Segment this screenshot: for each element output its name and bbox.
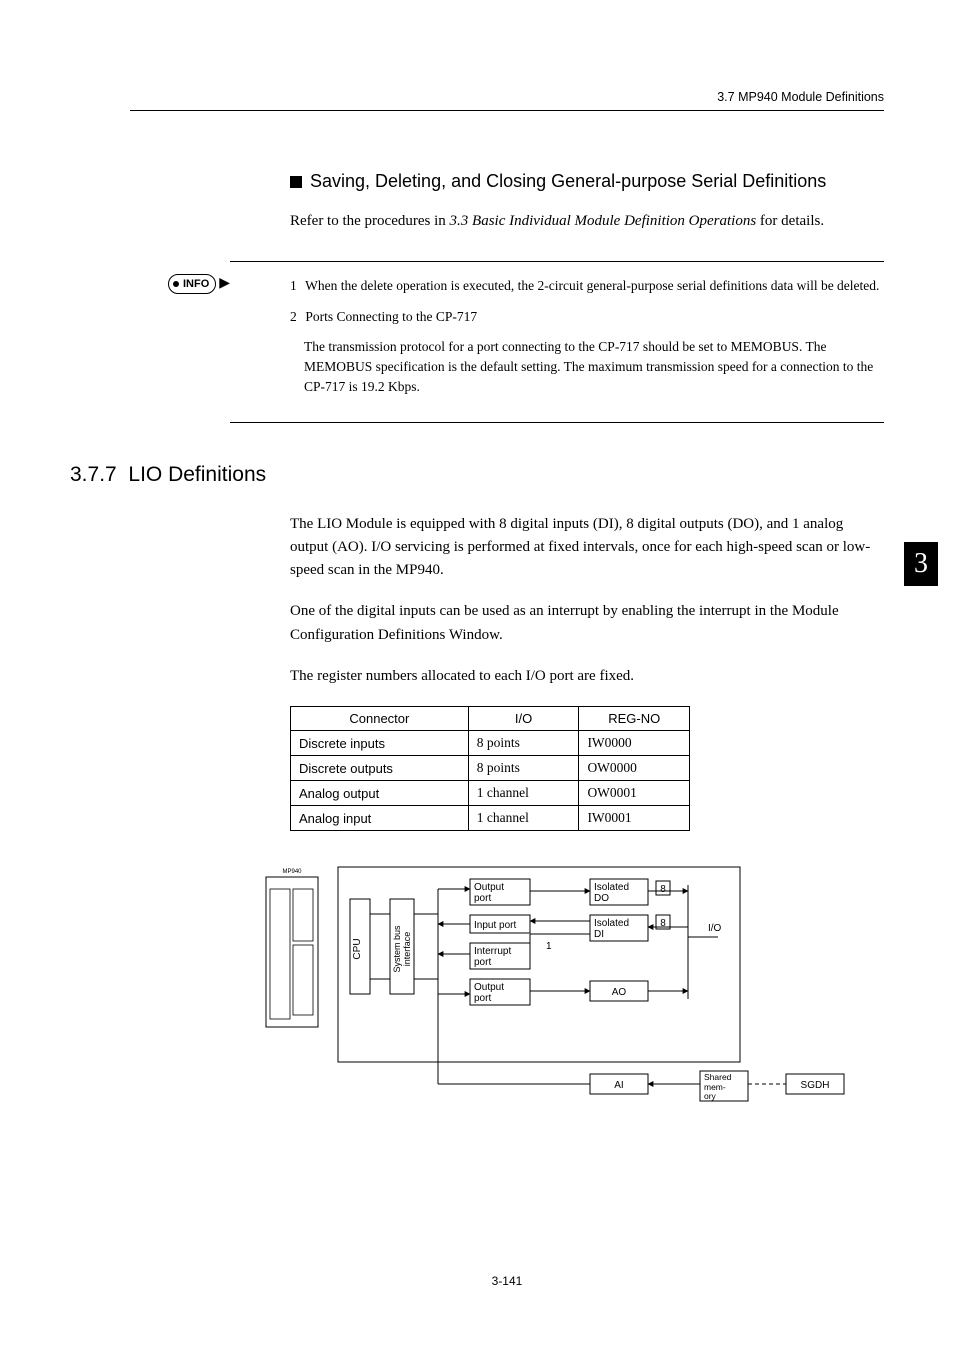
cell-reg: OW0001 [579,781,690,806]
shared-l1: Shared [704,1072,732,1082]
ao-label: AO [612,987,627,998]
cell-connector: Analog output [291,781,469,806]
cell-io: 8 points [468,731,579,756]
subsection-title: Saving, Deleting, and Closing General-pu… [290,171,884,192]
th-regno: REG-NO [579,707,690,731]
info-badge: INFO ▶ [168,274,230,294]
page-number: 3-141 [130,1274,884,1288]
cell-connector: Analog input [291,806,469,831]
io-label: I/O [708,923,722,934]
info-item-1-text: When the delete operation is executed, t… [305,278,879,293]
section-body: The LIO Module is equipped with 8 digita… [290,513,884,1115]
section-number: 3.7.7 [70,463,117,486]
cell-io: 1 channel [468,806,579,831]
cell-io: 8 points [468,756,579,781]
iso-di-l1: Isolated [594,918,629,929]
dot-icon [173,281,179,287]
content-block: Saving, Deleting, and Closing General-pu… [290,171,884,423]
table-header-row: Connector I/O REG-NO [291,707,690,731]
out1-l2: port [474,893,491,904]
section-p3: The register numbers allocated to each I… [290,665,884,688]
info-icon: INFO [168,274,216,294]
th-connector: Connector [291,707,469,731]
table-row: Discrete inputs 8 points IW0000 [291,731,690,756]
chapter-tab: 3 [904,542,938,586]
info-item-2: 2 Ports Connecting to the CP-717 [290,307,884,327]
module-label: MP940 [282,869,302,875]
out1-l1: Output [474,882,504,893]
ai-label: AI [614,1080,623,1091]
info-badge-text: INFO [183,278,209,290]
square-bullet-icon [290,176,302,188]
subsection-title-text: Saving, Deleting, and Closing General-pu… [310,171,826,192]
th-io: I/O [468,707,579,731]
running-header: 3.7 MP940 Module Definitions [130,90,884,104]
iso-do-l1: Isolated [594,882,629,893]
section-title-text: LIO Definitions [128,463,266,486]
info-item-2-num: 2 [290,307,302,327]
para-post: for details. [756,213,824,229]
header-rule [130,110,884,111]
cell-reg: OW0000 [579,756,690,781]
info-item-2-sub: The transmission protocol for a port con… [304,337,884,398]
section-p2: One of the digital inputs can be used as… [290,600,884,647]
block-diagram: MP940 CPU System bus interface Output po… [260,859,884,1114]
out2-l2: port [474,993,491,1004]
n1: 1 [546,941,552,952]
sysbus-line1: System bus [392,925,402,973]
io-table: Connector I/O REG-NO Discrete inputs 8 p… [290,706,690,831]
n8b: 8 [660,918,666,929]
subsection-paragraph: Refer to the procedures in 3.3 Basic Ind… [290,210,884,233]
shared-l3: ory [704,1091,717,1101]
table-row: Analog input 1 channel IW0001 [291,806,690,831]
table-row: Discrete outputs 8 points OW0000 [291,756,690,781]
cell-io: 1 channel [468,781,579,806]
section-title: 3.7.7 LIO Definitions [70,463,884,487]
table-row: Analog output 1 channel OW0001 [291,781,690,806]
arrow-icon: ▶ [219,274,230,290]
cell-reg: IW0000 [579,731,690,756]
cpu-label: CPU [352,938,363,959]
info-item-1: 1 When the delete operation is executed,… [290,276,884,296]
out2-l1: Output [474,982,504,993]
info-block: INFO ▶ 1 When the delete operation is ex… [230,261,884,422]
intr-l1: Interrupt [474,946,511,957]
sgdh-label: SGDH [801,1080,830,1091]
n8a: 8 [660,884,666,895]
cell-connector: Discrete inputs [291,731,469,756]
diagram-svg: MP940 CPU System bus interface Output po… [260,859,860,1109]
section-p1: The LIO Module is equipped with 8 digita… [290,513,884,583]
in1-label: Input port [474,920,516,931]
cell-connector: Discrete outputs [291,756,469,781]
cell-reg: IW0001 [579,806,690,831]
sysbus-line2: interface [402,932,412,967]
info-item-1-num: 1 [290,276,302,296]
intr-l2: port [474,957,491,968]
para-ref: 3.3 Basic Individual Module Definition O… [450,213,757,229]
iso-di-l2: DI [594,929,604,940]
info-item-2-text: Ports Connecting to the CP-717 [305,309,477,324]
iso-do-l2: DO [594,893,609,904]
para-pre: Refer to the procedures in [290,213,450,229]
